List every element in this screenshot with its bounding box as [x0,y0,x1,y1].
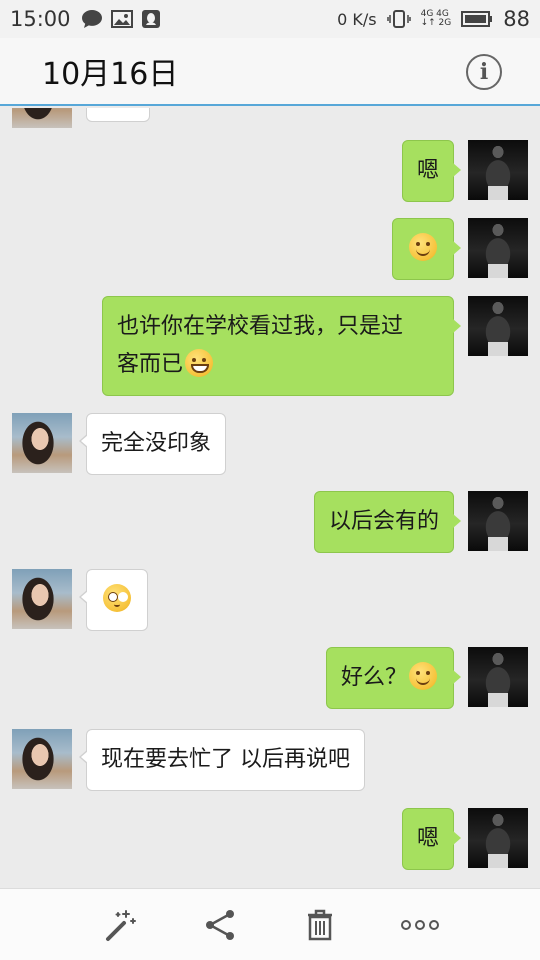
battery-percent: 88 [503,7,530,31]
incoming-bubble[interactable] [79,569,148,631]
share-icon[interactable] [198,903,242,947]
status-time: 15:00 [10,7,71,31]
roll-eyes-emoji-icon [103,584,131,612]
bottom-toolbar [0,888,540,960]
message-text: 以后会有的 [328,509,439,534]
my-avatar[interactable] [468,491,528,551]
message-text: 完全没印象 [101,431,212,456]
status-bar: 15:00 0 K/s 4G 4G ↓↑ 2G 88 [0,0,540,38]
incoming-bubble[interactable] [86,108,150,122]
message-text-line: 也许你在学校看过我，只是过 [117,314,404,339]
message-text: 好么？ [340,665,407,690]
qq-notification-icon [141,9,161,29]
contact-avatar[interactable] [12,569,72,629]
outgoing-bubble[interactable]: 嗯 [401,808,462,870]
my-avatar[interactable] [468,647,528,707]
outgoing-bubble[interactable]: 以后会有的 [313,491,462,553]
page-title: 10月16日 [42,57,179,92]
chat-header: 10月16日 i [0,38,540,106]
grin-emoji-icon [185,349,214,377]
battery-icon [461,10,493,28]
more-icon[interactable] [398,903,442,947]
message-text: 嗯 [416,158,439,183]
network-indicator: 4G 4G ↓↑ 2G [420,9,452,28]
message-text: 现在要去忙了 以后再说吧 [101,747,350,772]
smile-emoji-icon [409,233,437,261]
message-text-line: 客而已 [117,352,184,377]
outgoing-bubble[interactable]: 也许你在学校看过我，只是过 客而已 [102,296,461,396]
info-icon[interactable]: i [466,54,502,90]
incoming-bubble[interactable]: 完全没印象 [78,413,227,475]
my-avatar[interactable] [468,140,528,200]
my-avatar[interactable] [468,808,528,868]
outgoing-bubble[interactable]: 好么？ [325,647,462,709]
contact-avatar[interactable] [12,108,72,128]
magic-wand-icon[interactable] [98,903,142,947]
contact-avatar[interactable] [12,413,72,473]
message-text: 嗯 [416,826,439,851]
my-avatar[interactable] [468,218,528,278]
chat-area[interactable]: 嗯 也许你在学校看过我，只是过 客而已 完全没印象 以后会有的 好么？ 现在要去… [0,108,540,888]
trash-icon[interactable] [298,903,342,947]
vibrate-icon [386,9,411,29]
contact-avatar[interactable] [12,729,72,789]
message-notification-icon [81,9,103,29]
smile-emoji-icon [409,662,437,690]
outgoing-bubble[interactable]: 嗯 [401,140,462,202]
incoming-bubble[interactable]: 现在要去忙了 以后再说吧 [79,729,365,791]
my-avatar[interactable] [468,296,528,356]
image-notification-icon [110,9,133,29]
outgoing-bubble[interactable] [392,218,461,280]
network-speed: 0 K/s [337,9,377,29]
